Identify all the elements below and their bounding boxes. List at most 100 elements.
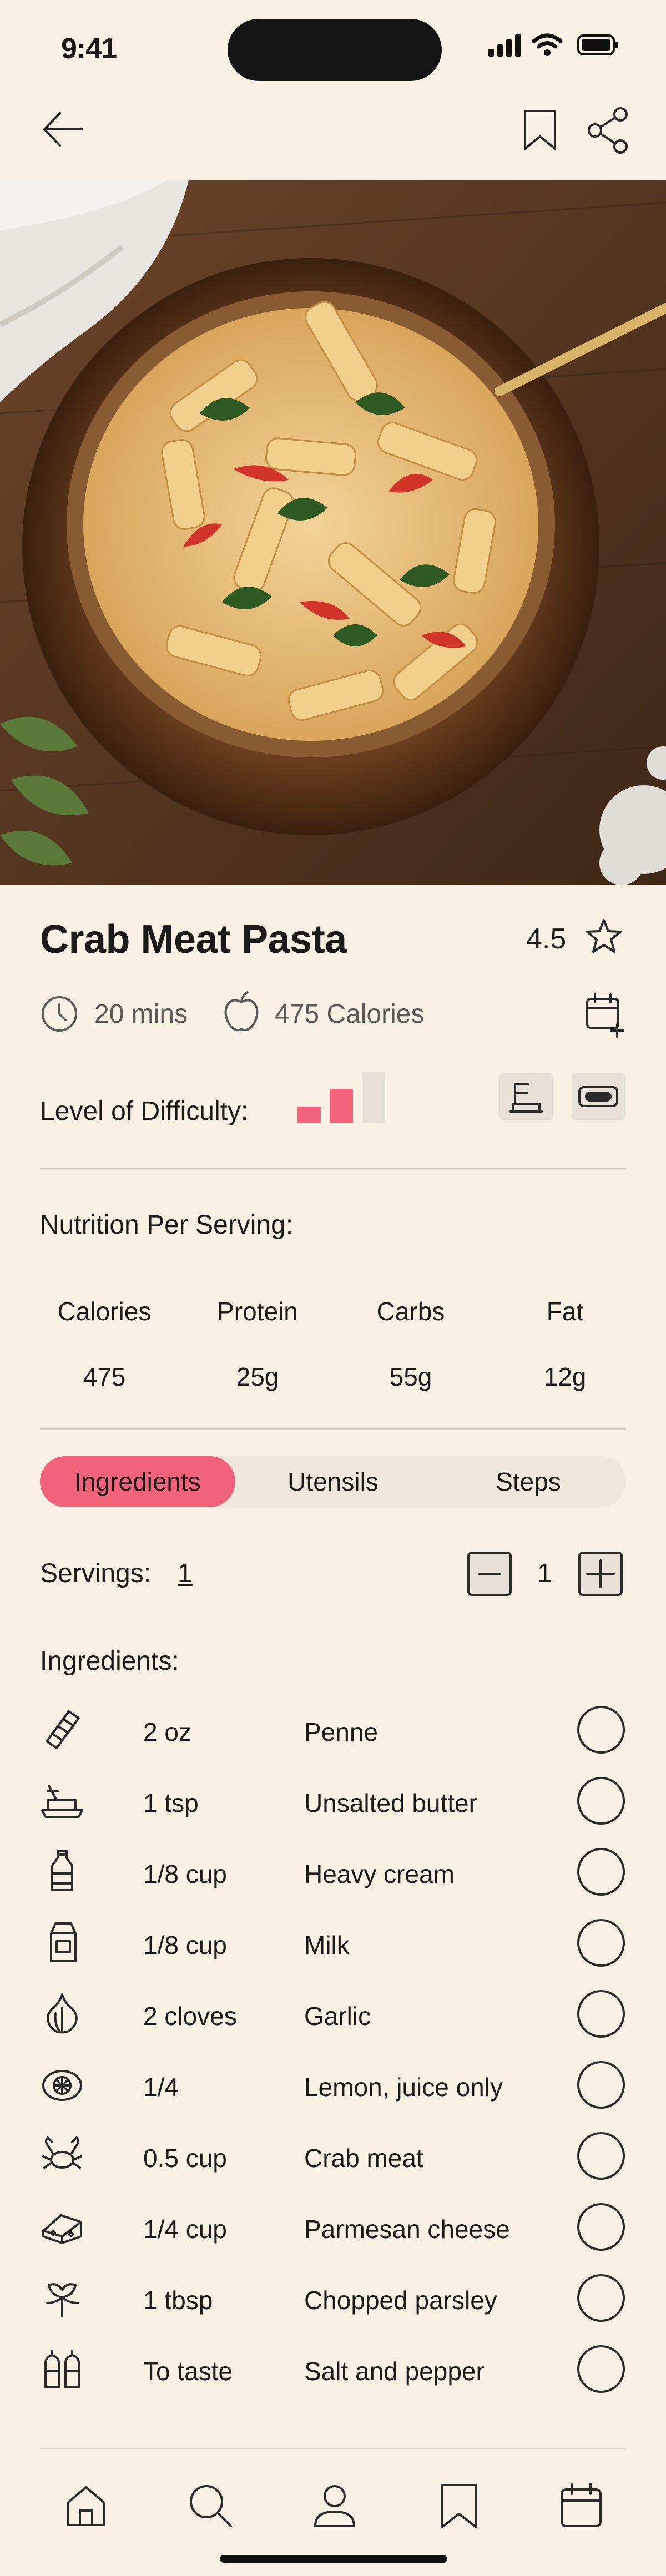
nutrition-value-fat: 12g bbox=[543, 1362, 587, 1391]
stove-icon[interactable] bbox=[500, 1073, 553, 1120]
salt-pepper-icon bbox=[40, 2346, 84, 2391]
ingredient-list: 2 oz Penne 1 tsp Unsalted butter 1/8 cup… bbox=[0, 1695, 666, 2416]
ingredient-qty: 1 tsp bbox=[143, 1789, 199, 1817]
tab-ingredients[interactable]: Ingredients bbox=[40, 1456, 235, 1507]
ingredient-checkbox[interactable] bbox=[577, 2345, 625, 2393]
nutrition-label-carbs: Carbs bbox=[376, 1297, 445, 1326]
ingredient-name: Heavy cream bbox=[304, 1860, 455, 1888]
clock-icon bbox=[40, 994, 79, 1033]
ingredient-qty: 1/8 cup bbox=[143, 1860, 227, 1888]
ingredient-checkbox[interactable] bbox=[577, 2061, 625, 2109]
ingredient-name: Parmesan cheese bbox=[304, 2215, 510, 2244]
ingredient-row: 0.5 cup Crab meat bbox=[0, 2121, 666, 2192]
crab-icon bbox=[40, 2133, 84, 2178]
recipe-photo bbox=[0, 180, 666, 885]
ingredient-qty: 1/4 cup bbox=[143, 2215, 227, 2244]
ingredient-row: 1/4 Lemon, juice only bbox=[0, 2050, 666, 2121]
cream-bottle-icon bbox=[40, 1849, 84, 1893]
calendar-icon[interactable] bbox=[556, 2481, 606, 2530]
ingredient-checkbox[interactable] bbox=[577, 2274, 625, 2322]
ingredient-name: Lemon, juice only bbox=[304, 2073, 503, 2102]
cheese-icon bbox=[40, 2204, 84, 2249]
ingredient-qty: 1 tbsp bbox=[143, 2286, 213, 2315]
difficulty-bar-2 bbox=[330, 1089, 353, 1123]
servings-value[interactable]: 1 bbox=[178, 1558, 193, 1589]
saved-icon[interactable] bbox=[434, 2481, 484, 2530]
ingredient-checkbox[interactable] bbox=[577, 1706, 625, 1754]
ingredient-name: Milk bbox=[304, 1931, 350, 1959]
ingredient-row: 1/8 cup Milk bbox=[0, 1908, 666, 1979]
recipe-title: Crab Meat Pasta bbox=[40, 917, 347, 962]
ingredient-checkbox[interactable] bbox=[577, 1848, 625, 1896]
dynamic-island bbox=[228, 19, 442, 81]
wifi-icon bbox=[532, 33, 563, 57]
tab-utensils[interactable]: Utensils bbox=[235, 1456, 431, 1507]
servings-label: Servings: bbox=[40, 1559, 152, 1588]
ingredient-name: Unsalted butter bbox=[304, 1789, 477, 1817]
tab-steps[interactable]: Steps bbox=[431, 1456, 626, 1507]
apple-icon bbox=[222, 990, 261, 1034]
search-icon[interactable] bbox=[185, 2481, 235, 2530]
decrease-servings-button[interactable] bbox=[467, 1552, 512, 1596]
parsley-icon bbox=[40, 2275, 84, 2320]
ingredient-name: Salt and pepper bbox=[304, 2357, 485, 2386]
share-icon[interactable] bbox=[586, 107, 630, 154]
home-indicator bbox=[220, 2555, 447, 2563]
home-icon[interactable] bbox=[61, 2481, 111, 2530]
ingredient-row: To taste Salt and pepper bbox=[0, 2334, 666, 2405]
nutrition-label-calories: Calories bbox=[57, 1297, 152, 1326]
section-divider bbox=[40, 1428, 626, 1430]
ingredient-name: Penne bbox=[304, 1718, 379, 1746]
difficulty-bar-3 bbox=[362, 1072, 385, 1123]
ingredient-qty: 2 oz bbox=[143, 1718, 191, 1746]
nutrition-value-carbs: 55g bbox=[389, 1362, 432, 1391]
ingredient-checkbox[interactable] bbox=[577, 1777, 625, 1825]
garlic-icon bbox=[40, 1991, 84, 2035]
section-divider bbox=[40, 1168, 626, 1169]
ingredient-row: 2 cloves Garlic bbox=[0, 1979, 666, 2050]
milk-carton-icon bbox=[40, 1920, 84, 1964]
ingredient-qty: 1/8 cup bbox=[143, 1931, 227, 1959]
nutrition-value-protein: 25g bbox=[236, 1362, 279, 1391]
ingredient-name: Garlic bbox=[304, 2002, 371, 2031]
nutrition-value-calories: 475 bbox=[83, 1362, 126, 1391]
nutrition-label-fat: Fat bbox=[546, 1297, 584, 1326]
ingredient-name: Chopped parsley bbox=[304, 2286, 497, 2315]
ingredient-qty: To taste bbox=[143, 2357, 233, 2386]
ingredient-qty: 1/4 bbox=[143, 2073, 179, 2102]
ingredient-name: Crab meat bbox=[304, 2144, 423, 2173]
ingredient-row: 1 tsp Unsalted butter bbox=[0, 1766, 666, 1837]
ingredient-row: 1/4 cup Parmesan cheese bbox=[0, 2192, 666, 2263]
back-arrow-icon[interactable] bbox=[40, 107, 85, 152]
difficulty-label: Level of Difficulty: bbox=[40, 1097, 249, 1126]
difficulty-bar-1 bbox=[297, 1107, 321, 1123]
bookmark-icon[interactable] bbox=[521, 109, 559, 151]
increase-servings-button[interactable] bbox=[578, 1552, 623, 1596]
recipe-rating: 4.5 bbox=[526, 923, 567, 955]
ingredients-heading: Ingredients: bbox=[40, 1646, 179, 1676]
navbar-divider bbox=[40, 2448, 626, 2449]
ingredient-checkbox[interactable] bbox=[577, 1919, 625, 1967]
oven-icon[interactable] bbox=[572, 1073, 625, 1120]
profile-icon[interactable] bbox=[310, 2481, 360, 2530]
difficulty-meter bbox=[297, 1072, 392, 1123]
battery-icon bbox=[577, 33, 619, 57]
ingredient-qty: 0.5 cup bbox=[143, 2144, 227, 2173]
ingredient-row: 2 oz Penne bbox=[0, 1695, 666, 1766]
recipe-calories: 475 Calories bbox=[275, 999, 425, 1029]
penne-icon bbox=[40, 1707, 84, 1751]
status-time: 9:41 bbox=[61, 33, 117, 65]
recipe-tabs: Ingredients Utensils Steps bbox=[40, 1456, 626, 1507]
servings-stepper-value: 1 bbox=[537, 1559, 552, 1588]
nutrition-heading: Nutrition Per Serving: bbox=[40, 1210, 294, 1240]
star-icon[interactable] bbox=[584, 917, 624, 957]
add-to-calendar-icon[interactable] bbox=[584, 992, 626, 1038]
ingredient-checkbox[interactable] bbox=[577, 2203, 625, 2251]
ingredient-checkbox[interactable] bbox=[577, 1990, 625, 2038]
ingredient-checkbox[interactable] bbox=[577, 2132, 625, 2180]
ingredient-row: 1/8 cup Heavy cream bbox=[0, 1837, 666, 1908]
signal-icon bbox=[488, 34, 523, 57]
nutrition-label-protein: Protein bbox=[217, 1297, 298, 1326]
lemon-icon bbox=[40, 2062, 84, 2107]
ingredient-qty: 2 cloves bbox=[143, 2002, 237, 2031]
